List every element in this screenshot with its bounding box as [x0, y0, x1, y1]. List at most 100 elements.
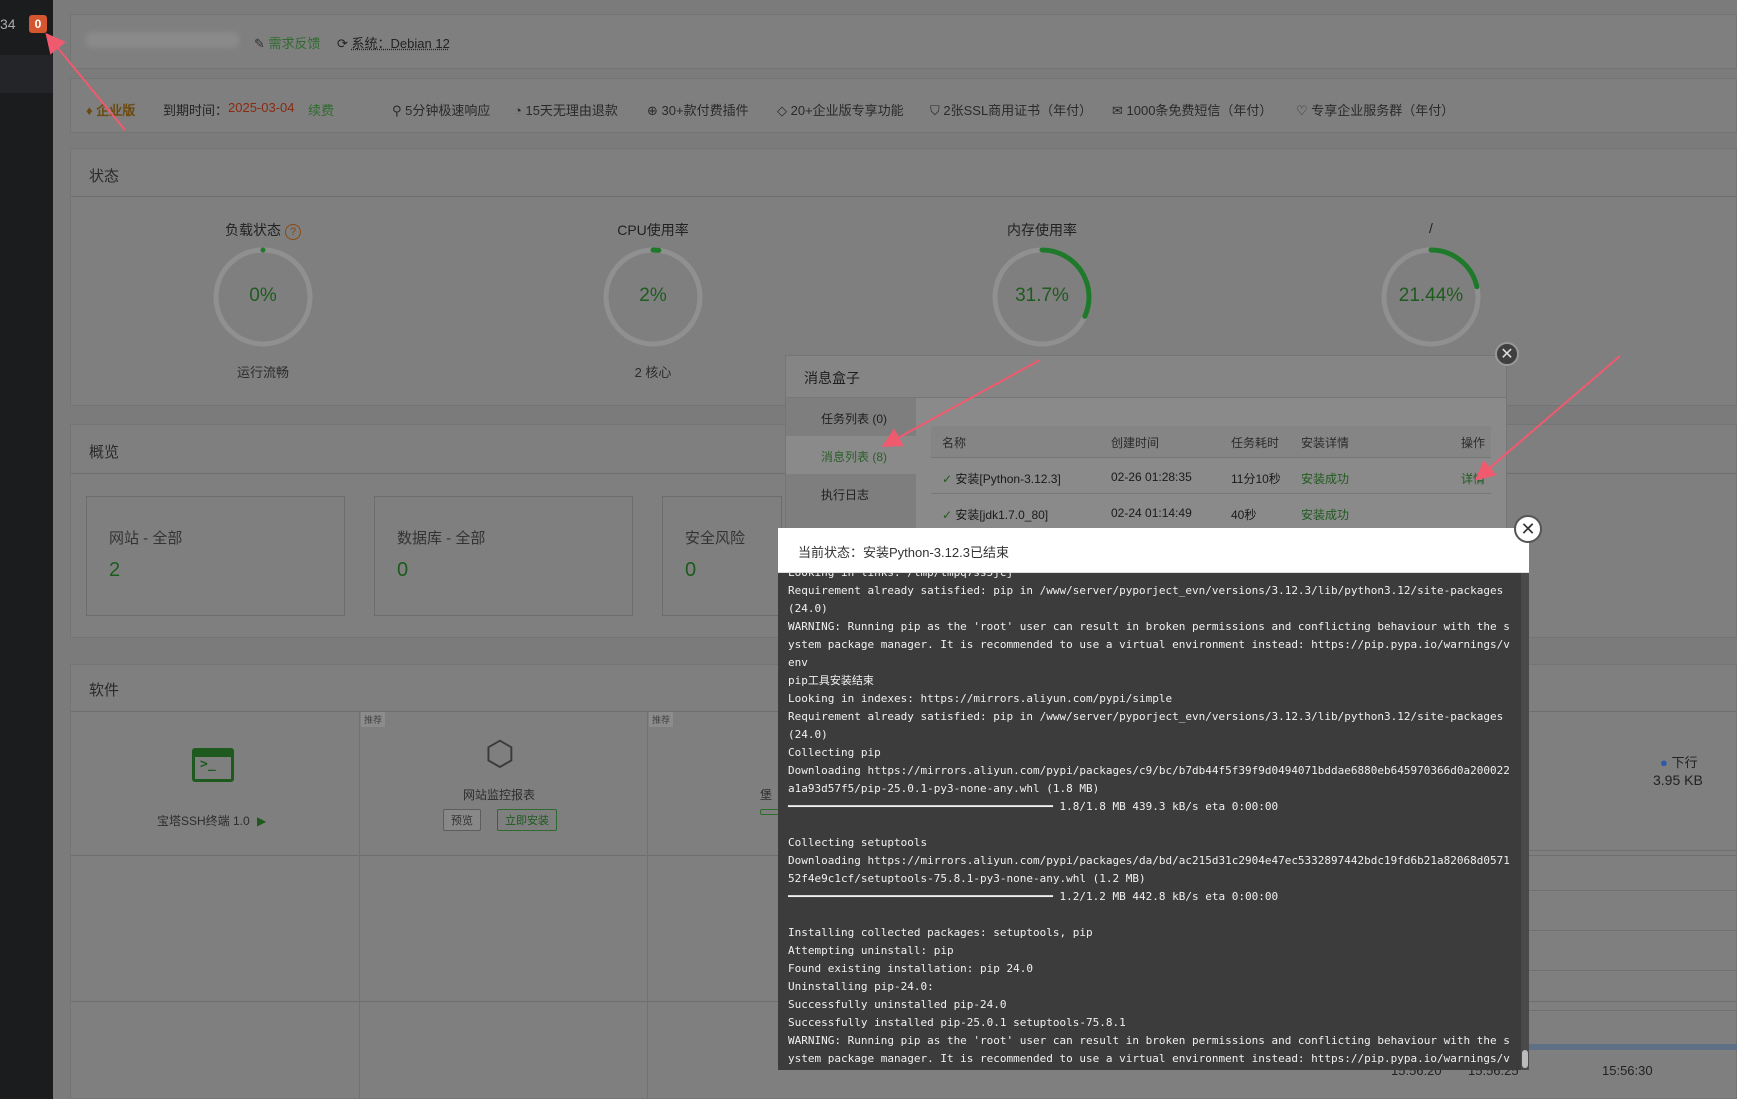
card-label: 数据库 - 全部: [397, 530, 486, 547]
install-button-partial[interactable]: [760, 809, 780, 815]
help-icon[interactable]: ?: [285, 224, 301, 240]
log-line: (24.0): [788, 602, 828, 615]
row-status: 安装成功: [1301, 472, 1350, 486]
log-output: Looking in links: /tmp/tmpq7ss5jcj Requir…: [778, 573, 1521, 1070]
table-row: ✓ 安装[jdk1.7.0_80] 02-24 01:14:49 40秒 安装成…: [931, 494, 1491, 530]
install-log-dialog: 当前状态：安装Python-3.12.3已结束 Looking in links…: [778, 528, 1529, 1070]
log-line: ystem package manager. It is recommended…: [788, 1052, 1510, 1065]
gauge-label: 负载状态?: [193, 220, 333, 240]
row-time: 02-26 01:28:35: [1111, 470, 1192, 484]
overview-title: 概览: [89, 444, 120, 461]
log-line: WARNING: Running pip as the 'root' user …: [788, 1034, 1510, 1047]
nav-message-list[interactable]: 消息列表 (8): [786, 436, 916, 474]
log-line: Successfully installed pip-25.0.1 setupt…: [788, 1016, 1126, 1029]
log-line: pip工具安装结束: [788, 674, 874, 687]
feature-item: ⚲ 5分钟极速响应: [392, 100, 490, 119]
gauge-label: CPU使用率: [617, 222, 689, 238]
recommend-tag: 推荐: [361, 712, 386, 727]
feature-item: ◔ 15天无理由退款: [514, 100, 618, 119]
feature-item: ⛉ 2张SSL商用证书（年付）: [930, 100, 1092, 119]
feature-item: ◇ 20+企业版专享功能: [777, 100, 904, 119]
feature-item: ✉ 1000条免费短信（年付）: [1112, 100, 1272, 119]
edition-badge: ♦ 企业版: [86, 100, 135, 119]
log-line: Collecting setuptools: [788, 836, 928, 849]
edition-label: 企业版: [96, 103, 136, 118]
gauge-value: 21.44%: [1398, 285, 1464, 306]
row-status: 安装成功: [1301, 508, 1350, 522]
time-tick: 15:56:30: [1602, 1063, 1653, 1078]
system-info: ⟳ 系统：Debian 12: [337, 33, 450, 52]
install-button[interactable]: 立即安装: [497, 809, 557, 831]
log-line: Collecting pip: [788, 746, 881, 759]
cube-icon: ⬡: [485, 735, 515, 773]
card-value: 2: [109, 559, 121, 581]
log-line: env: [788, 1068, 1509, 1070]
gauge-value: 31.7%: [1015, 285, 1069, 306]
card-databases[interactable]: 数据库 - 全部 0: [374, 496, 633, 616]
play-icon: ▶: [257, 814, 267, 828]
feedback-label: 需求反馈: [268, 36, 321, 51]
log-line: 52f4e9c1cf/setuptools-75.8.1-py3-none-an…: [788, 872, 1146, 885]
card-websites[interactable]: 网站 - 全部 2: [86, 496, 345, 616]
feature-list: ⚲ 5分钟极速响应 ◔ 15天无理由退款 ⊕ 30+款付费插件 ◇ 20+企业版专享功…: [392, 100, 1712, 120]
row-cost: 40秒: [1231, 508, 1257, 522]
gauge-label: /: [1429, 220, 1433, 236]
log-line: (24.0): [788, 728, 828, 741]
log-line: env: [788, 656, 808, 669]
sidebar-number: 34: [0, 16, 16, 32]
log-line: Found existing installation: pip 24.0: [788, 962, 1034, 975]
edit-icon: ✎: [254, 36, 265, 51]
log-status-title: 当前状态：安装Python-3.12.3已结束: [778, 528, 1529, 573]
feature-icon: ⊕: [647, 103, 662, 118]
feature-item: ⊕ 30+款付费插件: [647, 100, 749, 119]
terminal-icon: >_: [192, 748, 234, 782]
message-box-title: 消息盒子: [786, 356, 1506, 398]
feature-icon: ⚲: [392, 103, 406, 118]
card-security-risk[interactable]: 安全风险 0: [662, 496, 782, 616]
column-header: 名称: [942, 436, 967, 450]
log-scrollbar[interactable]: [1521, 573, 1529, 1070]
feature-icon: ♡: [1296, 103, 1312, 118]
system-label: 系统：Debian 12: [351, 36, 450, 51]
nav-exec-log[interactable]: 执行日志: [786, 474, 916, 512]
card-label: 安全风险: [685, 530, 746, 547]
card-value: 0: [397, 559, 409, 581]
status-title: 状态: [89, 168, 120, 185]
log-line: Looking in links: /tmp/tmpq7ss5jcj: [788, 573, 1509, 582]
expire-date: 2025-03-04: [228, 100, 295, 115]
row-detail-link[interactable]: 详情: [1461, 470, 1485, 487]
feature-icon: ◇: [777, 103, 791, 118]
recommend-tag: 推荐: [649, 712, 674, 727]
log-line: Downloading https://mirrors.aliyun.com/p…: [788, 764, 1510, 777]
legend-dot-icon: ●: [1660, 755, 1668, 770]
preview-button[interactable]: 预览: [443, 809, 481, 831]
notification-badge[interactable]: 0: [29, 15, 47, 33]
software-site-monitor: 网站监控报表: [463, 788, 536, 802]
check-icon: ✓: [942, 472, 953, 486]
nav-task-list[interactable]: 任务列表 (0): [786, 398, 916, 436]
feature-label: 20+企业版专享功能: [790, 103, 904, 118]
traffic-value: 3.95 KB: [1653, 772, 1703, 788]
message-table: 名称 创建时间 任务耗时 安装详情 操作 ✓ 安装[Python-3.12.3]…: [931, 426, 1491, 536]
feature-label: 15天无理由退款: [525, 103, 618, 118]
log-line: Successfully uninstalled pip-24.0: [788, 998, 1007, 1011]
log-line: Requirement already satisfied: pip in /w…: [788, 710, 1504, 723]
message-box-close-icon[interactable]: ✕: [1495, 342, 1519, 366]
software-title: 软件: [89, 682, 120, 699]
card-label: 网站 - 全部: [109, 530, 183, 547]
feedback-link[interactable]: ✎ 需求反馈: [254, 33, 321, 52]
scrollbar-thumb[interactable]: [1522, 1050, 1528, 1068]
card-value: 0: [685, 559, 697, 581]
renew-link[interactable]: 续费: [308, 100, 334, 119]
refresh-icon: ⟳: [337, 36, 348, 51]
software-name: 宝塔SSH终端 1.0: [157, 814, 250, 828]
log-close-icon[interactable]: ✕: [1514, 515, 1542, 543]
check-icon: ✓: [942, 508, 953, 522]
sidebar-selected-item[interactable]: [0, 55, 53, 93]
software-ssh-terminal[interactable]: 宝塔SSH终端 1.0 ▶: [157, 812, 266, 829]
log-line: a1a93d57f5/pip-25.0.1-py3-none-any.whl (…: [788, 782, 1100, 795]
sidebar: [0, 0, 53, 1099]
feature-icon: ✉: [1112, 103, 1127, 118]
row-time: 02-24 01:14:49: [1111, 506, 1192, 520]
row-name: ✓ 安装[Python-3.12.3]: [942, 472, 1061, 486]
